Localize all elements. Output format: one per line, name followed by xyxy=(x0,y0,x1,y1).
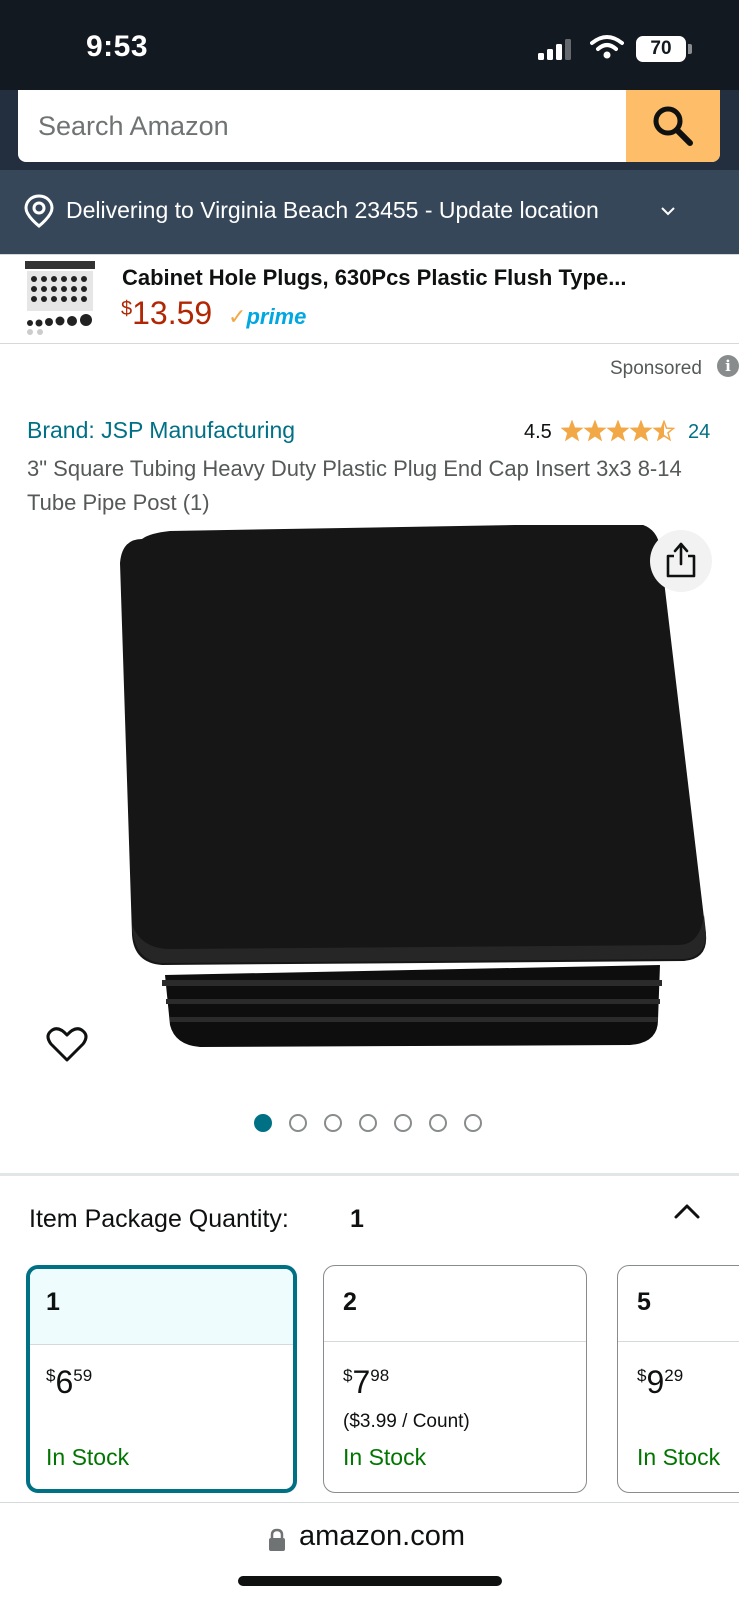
cellular-signal-icon xyxy=(538,38,576,60)
ad-price-currency: $ xyxy=(121,298,133,320)
sponsored-ad-banner[interactable]: Cabinet Hole Plugs, 630Pcs Plastic Flush… xyxy=(0,254,739,344)
carousel-dot[interactable] xyxy=(254,1114,272,1132)
quantity-option-price: $929 xyxy=(637,1364,683,1401)
price-fraction: 59 xyxy=(73,1366,93,1385)
browser-url[interactable]: amazon.com xyxy=(299,1520,465,1553)
product-image[interactable] xyxy=(110,525,730,1085)
star-icon xyxy=(606,420,630,442)
price-whole: 9 xyxy=(646,1364,665,1400)
chevron-down-icon xyxy=(661,207,675,216)
prime-label: prime xyxy=(246,304,307,329)
carousel-dot[interactable] xyxy=(324,1114,342,1132)
location-text: Delivering to Virginia Beach 23455 - Upd… xyxy=(66,197,599,223)
sponsored-label: Sponsored xyxy=(610,358,702,379)
price-whole: 7 xyxy=(352,1364,371,1400)
search-row xyxy=(0,90,739,170)
prime-check-icon: ✓ xyxy=(228,304,247,329)
status-time: 9:53 xyxy=(86,30,149,63)
quantity-option-count: 2 xyxy=(343,1288,357,1316)
delivery-location-bar[interactable]: Delivering to Virginia Beach 23455 - Upd… xyxy=(0,170,739,254)
rating-value: 4.5 xyxy=(524,421,552,443)
search-icon xyxy=(653,106,693,146)
quantity-option-header: 2 xyxy=(324,1266,586,1342)
price-fraction: 98 xyxy=(370,1366,390,1385)
quantity-selected-value: 1 xyxy=(350,1205,364,1233)
ad-price: $13.59 xyxy=(121,295,212,332)
lock-icon xyxy=(269,1528,285,1551)
section-divider xyxy=(0,1173,739,1176)
ad-title: Cabinet Hole Plugs, 630Pcs Plastic Flush… xyxy=(122,265,627,290)
star-icon xyxy=(629,420,653,442)
search-box xyxy=(18,90,720,162)
status-bar: 9:53 70 xyxy=(0,0,739,90)
quantity-label: Item Package Quantity: xyxy=(29,1205,289,1233)
wifi-icon xyxy=(590,35,624,59)
star-icon xyxy=(561,420,584,442)
stock-status: In Stock xyxy=(343,1444,427,1470)
brand-link[interactable]: Brand: JSP Manufacturing xyxy=(27,417,295,444)
chevron-up-icon[interactable] xyxy=(673,1202,701,1220)
home-indicator xyxy=(238,1576,502,1586)
star-icon xyxy=(583,420,607,442)
star-rating-icon[interactable] xyxy=(561,420,675,442)
price-fraction: 29 xyxy=(664,1366,684,1385)
ad-product-thumbnail xyxy=(22,259,102,339)
stock-status: In Stock xyxy=(46,1444,130,1470)
quantity-option-header: 5 xyxy=(618,1266,739,1342)
unit-price: ($3.99 / Count) xyxy=(343,1411,470,1432)
battery-nub xyxy=(688,44,692,54)
quantity-option-count: 1 xyxy=(46,1288,60,1316)
quantity-option-header: 1 xyxy=(30,1269,293,1345)
carousel-dot[interactable] xyxy=(464,1114,482,1132)
info-icon[interactable]: i xyxy=(717,355,739,377)
quantity-option-count: 5 xyxy=(637,1288,651,1316)
heart-icon[interactable] xyxy=(46,1026,88,1064)
carousel-dot[interactable] xyxy=(394,1114,412,1132)
carousel-dot[interactable] xyxy=(359,1114,377,1132)
quantity-option-price: $659 xyxy=(46,1364,92,1401)
quantity-option-card[interactable]: 2 $798 ($3.99 / Count) In Stock xyxy=(323,1265,587,1493)
carousel-dot[interactable] xyxy=(289,1114,307,1132)
quantity-option-card[interactable]: 5 $929 In Stock xyxy=(617,1265,739,1493)
quantity-option-price: $798 xyxy=(343,1364,389,1401)
prime-badge: ✓prime xyxy=(228,304,306,330)
price-whole: 6 xyxy=(55,1364,74,1400)
location-pin-icon xyxy=(24,194,54,228)
product-title: 3" Square Tubing Heavy Duty Plastic Plug… xyxy=(27,456,682,515)
battery-indicator: 70 xyxy=(636,36,686,62)
quantity-option-card[interactable]: 1 $659 In Stock xyxy=(26,1265,297,1493)
search-input[interactable] xyxy=(18,90,626,162)
review-count-link[interactable]: 24 xyxy=(688,421,710,444)
stock-status: In Stock xyxy=(637,1444,721,1470)
image-carousel-dots[interactable] xyxy=(254,1114,494,1134)
share-icon xyxy=(666,542,696,578)
search-button[interactable] xyxy=(626,90,720,162)
share-button[interactable] xyxy=(650,530,712,592)
carousel-dot[interactable] xyxy=(429,1114,447,1132)
ad-price-amount: 13.59 xyxy=(132,295,213,331)
